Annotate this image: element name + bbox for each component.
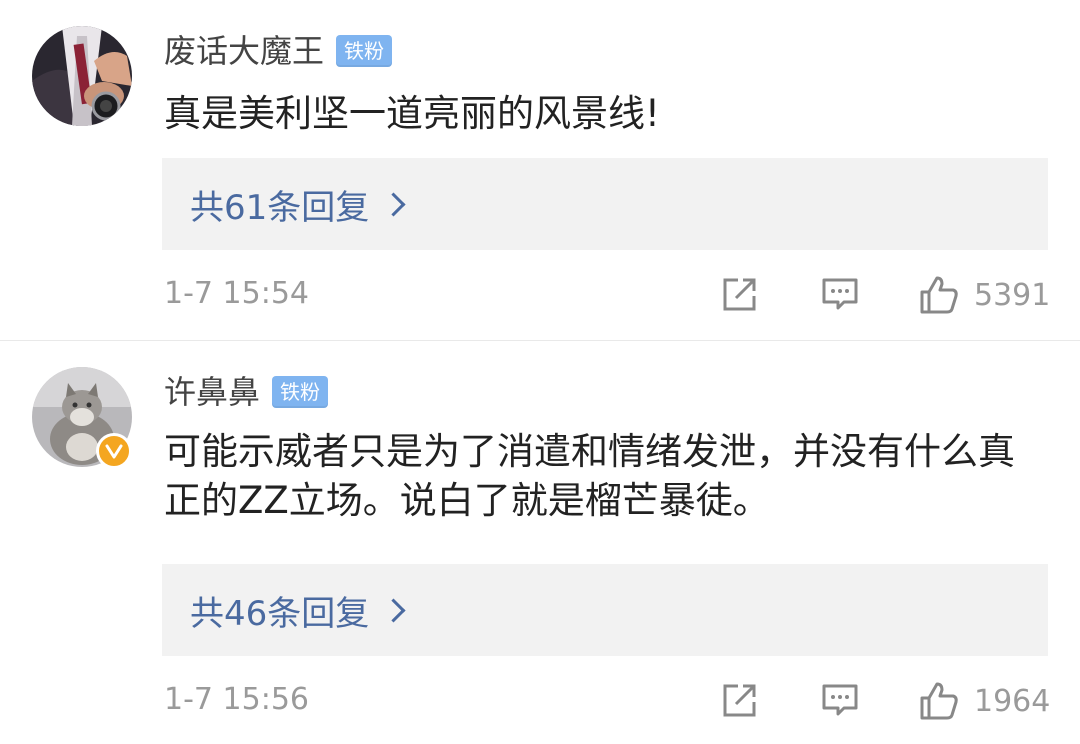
comment-item: 废话大魔王 铁粉 真是美利坚一道亮丽的风景线! 共61条回复 1-7 15:54… — [0, 0, 1080, 340]
like-button[interactable]: 1964 — [918, 680, 1050, 722]
comment-icon — [822, 684, 858, 716]
comment-time: 1-7 15:56 — [164, 682, 309, 717]
view-replies-button[interactable]: 共61条回复 — [162, 158, 1048, 250]
username-row: 许鼻鼻 铁粉 — [164, 371, 329, 413]
reply-count-label: 共46条回复 — [190, 593, 370, 634]
like-count: 1964 — [974, 683, 1051, 719]
comment-button[interactable] — [820, 680, 860, 720]
comment-icon — [822, 278, 858, 310]
avatar-image — [32, 26, 132, 126]
share-icon — [723, 278, 756, 311]
share-button[interactable] — [720, 680, 760, 720]
comment-item: 许鼻鼻 铁粉 可能示威者只是为了消遣和情绪发泄，并没有什么真正的ZZ立场。说白了… — [0, 340, 1080, 744]
username[interactable]: 废话大魔王 — [164, 30, 324, 72]
fan-badge: 铁粉 — [336, 35, 393, 67]
share-icon — [723, 684, 756, 717]
view-replies-button[interactable]: 共46条回复 — [162, 564, 1048, 656]
thumbs-up-icon — [920, 276, 958, 314]
username[interactable]: 许鼻鼻 — [164, 371, 260, 413]
comment-text: 可能示威者只是为了消遣和情绪发泄，并没有什么真正的ZZ立场。说白了就是榴芒暴徒。 — [164, 430, 1015, 522]
comment-button[interactable] — [820, 274, 860, 314]
comment-text: 真是美利坚一道亮丽的风景线! — [164, 92, 660, 135]
fan-badge: 铁粉 — [272, 376, 329, 408]
thumbs-up-icon — [920, 682, 958, 720]
reply-count-label: 共61条回复 — [190, 187, 370, 228]
comment-time: 1-7 15:54 — [164, 276, 309, 311]
like-button[interactable]: 5391 — [918, 274, 1050, 316]
chevron-right-icon — [381, 597, 406, 623]
share-button[interactable] — [720, 274, 760, 314]
username-row: 废话大魔王 铁粉 — [164, 30, 393, 72]
avatar[interactable] — [32, 26, 132, 126]
verified-badge-icon — [96, 433, 132, 469]
chevron-right-icon — [381, 191, 406, 217]
like-count: 5391 — [974, 277, 1051, 313]
